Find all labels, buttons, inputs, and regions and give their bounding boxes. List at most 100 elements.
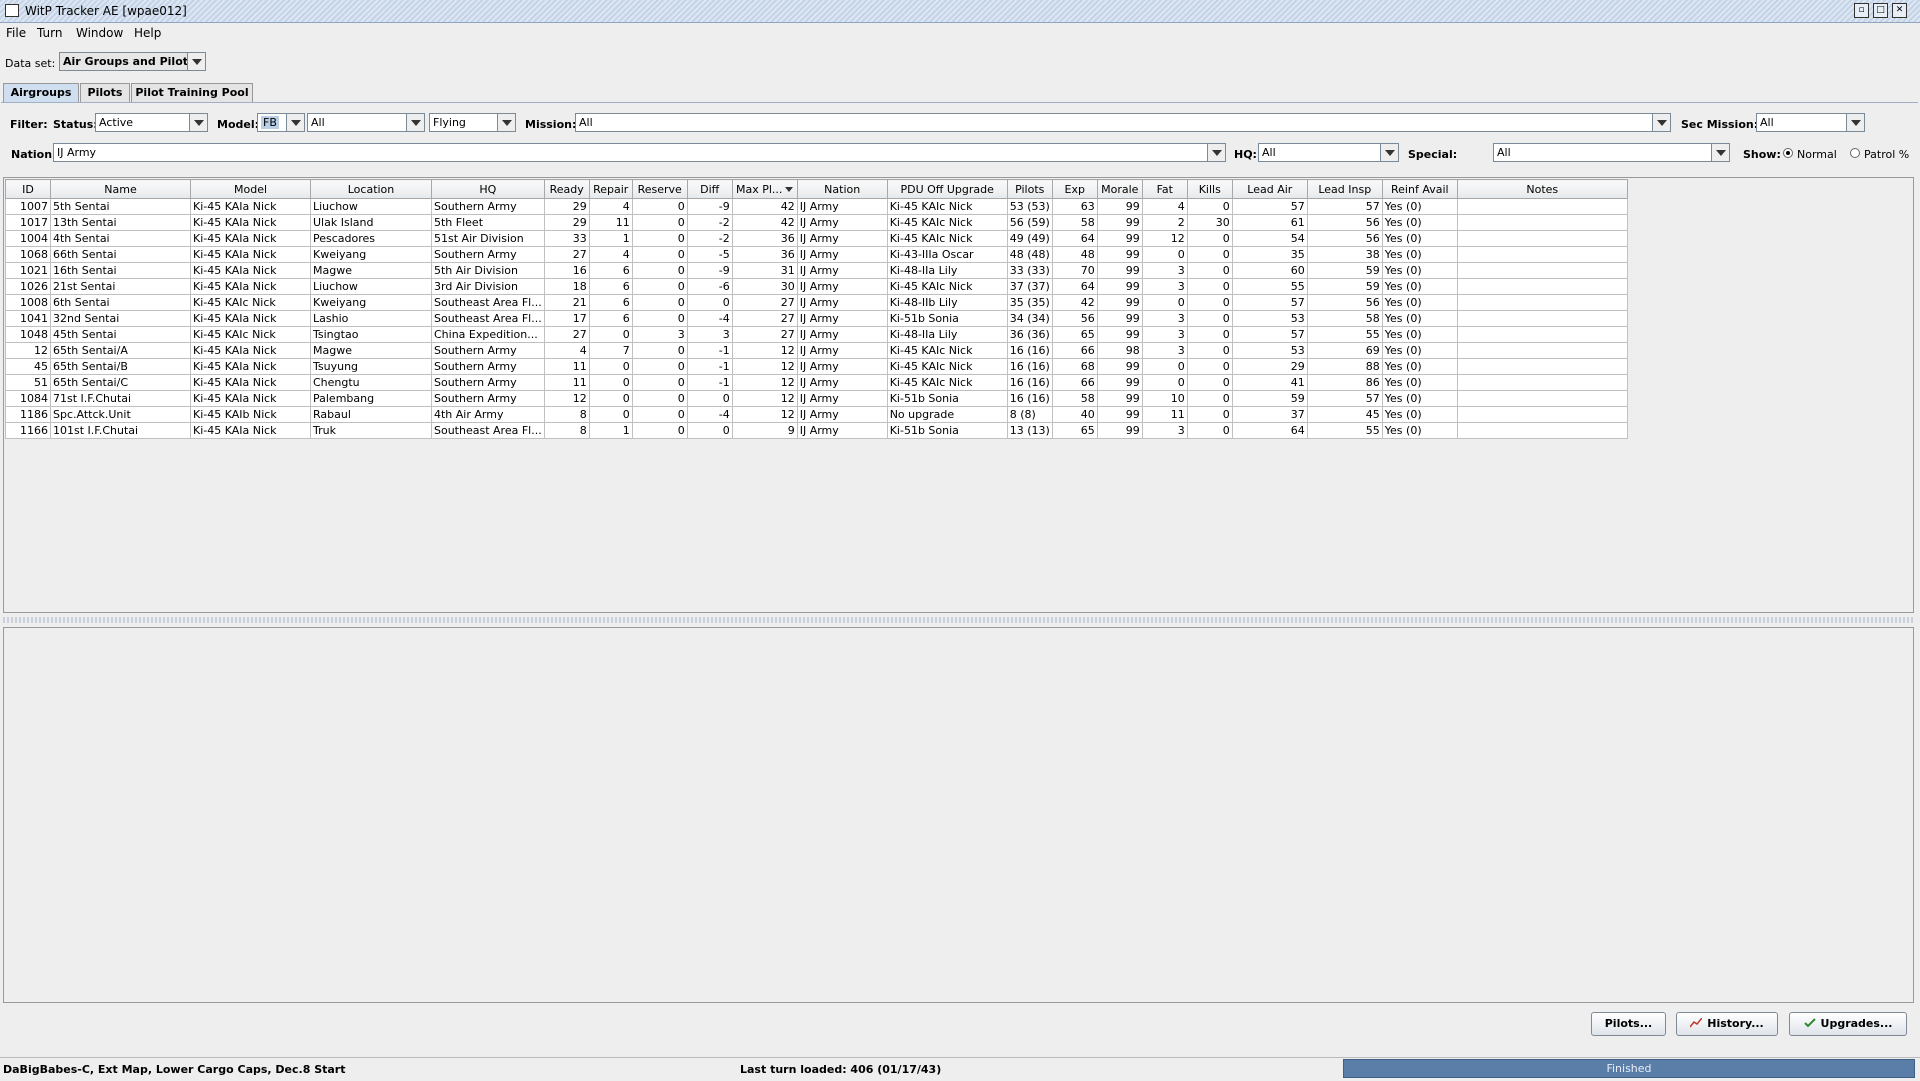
show-patrol-radio[interactable] [1850,148,1860,158]
column-header[interactable]: Reserve [631,179,688,199]
table-row[interactable]: 51 65th Sentai/C Ki-45 KAIa Nick Chengtu Sou… [5,374,1628,391]
table-cell: 10 [1141,390,1188,407]
table-cell: 48 (48) [1006,246,1053,263]
table-cell: 38 [1306,246,1383,263]
column-header[interactable]: ID [5,179,51,199]
mission-select[interactable]: All [575,113,1671,132]
table-row[interactable]: 1041 32nd Sentai Ki-45 KAIa Nick Lashio Sout… [5,310,1628,327]
table-row[interactable]: 1026 21st Sentai Ki-45 KAIa Nick Liuchow 3rd… [5,278,1628,295]
table-row[interactable]: 1084 71st I.F.Chutai Ki-45 KAIa Nick Palemb… [5,390,1628,407]
column-header[interactable]: Fat [1141,179,1188,199]
table-cell: 8 [543,406,590,423]
column-header[interactable]: Repair [588,179,633,199]
table-row[interactable]: 1008 6th Sentai Ki-45 KAIc Nick Kweiyang Sou… [5,294,1628,311]
column-header[interactable]: Ready [543,179,590,199]
filter-label: Filter: [10,118,48,131]
table-cell: 99 [1096,246,1143,263]
sec-mission-select[interactable]: All [1756,113,1865,132]
upgrades-button[interactable]: Upgrades... [1789,1012,1907,1036]
table-row[interactable]: 1048 45th Sentai Ki-45 KAIc Nick Tsingtao Ch… [5,326,1628,343]
chevron-down-icon [1711,144,1729,161]
table-cell: IJ Army [796,310,888,327]
table-cell: 55 [1306,422,1383,439]
table-row[interactable]: 1166 101st I.F.Chutai Ki-45 KAIa Nick Truk S… [5,422,1628,439]
table-row[interactable]: 1068 66th Sentai Ki-45 KAIa Nick Kweiyang So… [5,246,1628,263]
history-button[interactable]: History... [1676,1012,1778,1036]
table-cell: 4 [588,198,633,215]
table-row[interactable]: 1017 13th Sentai Ki-45 KAIa Nick Ulak Islan… [5,214,1628,231]
upgrades-button-label: Upgrades... [1820,1017,1893,1030]
table-cell: Ki-45 KAIc Nick [886,342,1008,359]
column-header[interactable]: HQ [431,179,545,199]
column-header[interactable]: Notes [1456,179,1628,199]
table-cell: Ki-45 KAIc Nick [886,214,1008,231]
table-cell: Truk [310,422,432,439]
maximize-icon[interactable]: □ [1873,3,1888,18]
chevron-down-icon [1846,114,1864,131]
menu-window[interactable]: Window [76,26,123,40]
column-header[interactable]: Lead Insp [1306,179,1383,199]
table-row[interactable]: 1007 5th Sentai Ki-45 KAIa Nick Liuchow Sout… [5,198,1628,215]
status-select[interactable]: Active [95,113,208,132]
detail-panel [3,627,1914,1003]
column-header[interactable]: Reinf Avail [1381,179,1458,199]
model-select[interactable]: All [307,113,425,132]
show-normal-radio[interactable] [1783,148,1793,158]
table-cell: 56 [1306,214,1383,231]
column-header[interactable]: Location [310,179,432,199]
column-header[interactable]: Morale [1096,179,1143,199]
table-row[interactable]: 1004 4th Sentai Ki-45 KAIa Nick Pescadores 5… [5,230,1628,247]
table-cell: 0 [1186,406,1233,423]
table-cell: 17 [543,310,590,327]
column-header[interactable]: Exp [1051,179,1098,199]
table-cell: 29 [543,198,590,215]
table-row[interactable]: 12 65th Sentai/A Ki-45 KAIa Nick Magwe South… [5,342,1628,359]
table-cell: 45 [1306,406,1383,423]
table-row[interactable]: 1021 16th Sentai Ki-45 KAIa Nick Magwe 5th A… [5,262,1628,279]
table-cell: Southern Army [431,342,545,359]
window-title: WitP Tracker AE [wpae012] [25,4,187,18]
table-cell: 71st I.F.Chutai [50,390,191,407]
flying-select[interactable]: Flying [429,113,516,132]
column-header-label: Exp [1064,182,1085,196]
menu-turn[interactable]: Turn [37,26,62,40]
column-header[interactable]: Nation [796,179,888,199]
tab-airgroups[interactable]: Airgroups [3,83,79,102]
mission-value: All [579,116,593,129]
column-header[interactable]: Pilots [1006,179,1053,199]
hq-select[interactable]: All [1258,143,1399,162]
table-cell: 0 [631,342,688,359]
table-row[interactable]: 45 65th Sentai/B Ki-45 KAIa Nick Tsuyung Sou… [5,358,1628,375]
column-header[interactable]: Max Pl... [731,179,798,199]
table-cell: Ki-45 KAIc Nick [886,278,1008,295]
table-row[interactable]: 1186 Spc.Attck.Unit Ki-45 KAIb Nick Rabaul 4… [5,406,1628,423]
pilots-button[interactable]: Pilots... [1591,1012,1666,1036]
table-cell: 6 [588,262,633,279]
tab-pilots[interactable]: Pilots [80,83,130,102]
nation-select[interactable]: IJ Army [53,143,1226,162]
table-cell: 55 [1306,326,1383,343]
column-header-label: Reinf Avail [1391,182,1449,196]
dataset-select[interactable]: Air Groups and Pilots [59,52,206,71]
column-header[interactable]: Diff [686,179,733,199]
table-cell: 36 [731,230,798,247]
table-cell: IJ Army [796,326,888,343]
column-header[interactable]: Model [190,179,311,199]
model-type-select[interactable]: FB [257,113,305,132]
close-icon[interactable]: ✕ [1892,3,1907,18]
menu-file[interactable]: File [6,26,26,40]
table-cell: 0 [1186,230,1233,247]
column-header[interactable]: Name [50,179,191,199]
table-cell: 0 [588,374,633,391]
table-cell: 1084 [5,390,51,407]
minimize-icon[interactable]: ▫ [1854,3,1869,18]
menu-help[interactable]: Help [134,26,161,40]
column-header[interactable]: PDU Off Upgrade [886,179,1008,199]
tab-pilot-training-pool[interactable]: Pilot Training Pool [131,83,253,102]
special-select[interactable]: All [1493,143,1730,162]
column-header[interactable]: Lead Air [1231,179,1308,199]
table-cell [1456,326,1628,343]
column-header[interactable]: Kills [1186,179,1233,199]
column-header-label: Lead Insp [1318,182,1372,196]
split-pane-divider[interactable] [3,617,1914,623]
